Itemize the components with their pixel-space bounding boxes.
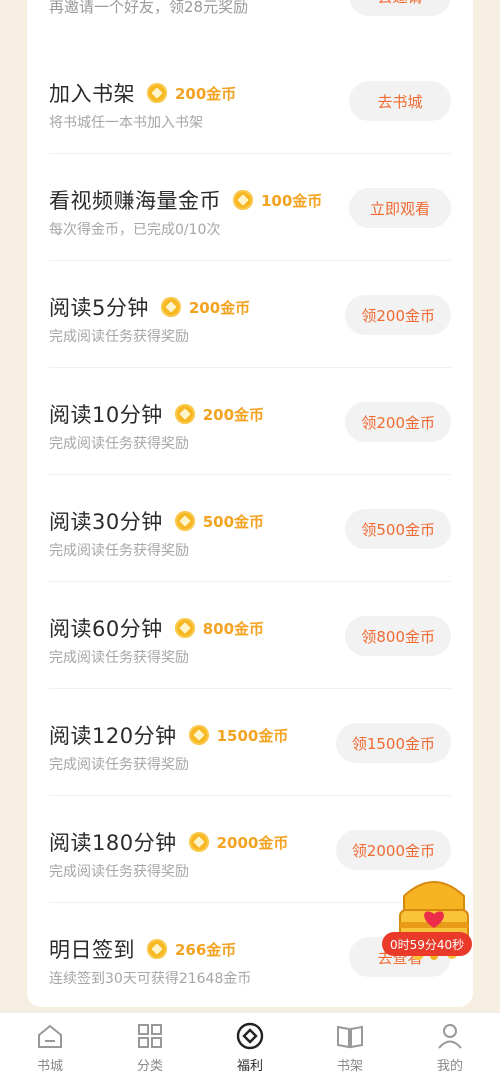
- task-list-card: 再邀请一个好友，领28元奖励 去邀请 加入书架 200金币 将书城任一本书加入书架…: [27, 0, 473, 1007]
- task-subtitle: 完成阅读任务获得奖励: [49, 543, 189, 559]
- coin-icon: [160, 297, 181, 317]
- task-reward: 266金币: [175, 940, 237, 959]
- task-action-button[interactable]: 去书城: [349, 81, 451, 121]
- task-subtitle: 完成阅读任务获得奖励: [49, 436, 189, 452]
- task-subtitle: 连续签到30天可获得21648金币: [49, 971, 252, 987]
- task-action-button[interactable]: 领200金币: [345, 402, 451, 442]
- coin-icon: [188, 725, 209, 745]
- task-row: 看视频赚海量金币 100金币 每次得金币，已完成0/10次 立即观看: [49, 155, 451, 261]
- task-title: 阅读30分钟: [49, 510, 163, 534]
- task-row-invite: 再邀请一个好友，领28元奖励 去邀请: [49, 0, 451, 28]
- task-subtitle: 完成阅读任务获得奖励: [49, 650, 189, 666]
- tab-label: 分类: [136, 1059, 163, 1074]
- task-action-button[interactable]: 领2000金币: [335, 830, 451, 870]
- task-title: 阅读180分钟: [49, 831, 177, 855]
- coin-icon: [174, 511, 195, 531]
- task-reward: 100金币: [261, 191, 323, 210]
- task-title: 阅读120分钟: [49, 724, 177, 748]
- task-reward: 500金币: [202, 512, 265, 531]
- person-icon: [438, 1024, 462, 1049]
- task-action-button[interactable]: 领500金币: [345, 509, 451, 549]
- task-subtitle: 每次得金币，已完成0/10次: [49, 222, 221, 238]
- home-icon: [38, 1024, 62, 1048]
- task-reward: 200金币: [202, 405, 265, 424]
- task-subtitle: 完成阅读任务获得奖励: [49, 864, 189, 880]
- tab-label: 福利: [236, 1059, 263, 1074]
- coin-icon: [147, 939, 167, 959]
- grid-icon: [138, 1024, 162, 1048]
- task-row: 加入书架 200金币 将书城任一本书加入书架 去书城: [49, 48, 451, 154]
- task-row: 阅读120分钟 1500金币 完成阅读任务获得奖励 领1500金币: [49, 690, 451, 796]
- bottom-tab-bar: 书城 分类 福利 书架 我的: [0, 1012, 500, 1082]
- tab-welfare[interactable]: 福利: [200, 1013, 300, 1082]
- coin-icon: [188, 832, 209, 852]
- task-action-button[interactable]: 领1500金币: [335, 723, 451, 763]
- task-subtitle: 再邀请一个好友，领28元奖励: [49, 0, 249, 16]
- task-subtitle: 完成阅读任务获得奖励: [49, 757, 189, 773]
- task-reward: 2000金币: [216, 833, 289, 852]
- task-action-button[interactable]: 领800金币: [345, 616, 451, 656]
- task-reward: 1500金币: [216, 726, 289, 745]
- task-title: 阅读10分钟: [49, 403, 163, 427]
- task-title: 加入书架: [49, 82, 135, 106]
- book-icon: [337, 1025, 363, 1049]
- tab-label: 我的: [436, 1059, 463, 1074]
- task-row: 阅读60分钟 800金币 完成阅读任务获得奖励 领800金币: [49, 583, 451, 689]
- task-row: 阅读10分钟 200金币 完成阅读任务获得奖励 领200金币: [49, 369, 451, 475]
- task-title: 阅读5分钟: [49, 296, 149, 320]
- task-reward: 200金币: [175, 84, 237, 103]
- task-reward: 800金币: [202, 619, 265, 638]
- task-action-button[interactable]: 领200金币: [345, 295, 451, 335]
- task-action-button[interactable]: 立即观看: [349, 188, 451, 228]
- task-subtitle: 完成阅读任务获得奖励: [49, 329, 189, 345]
- tab-label: 书架: [336, 1059, 363, 1074]
- coin-icon: [233, 190, 253, 210]
- tab-profile[interactable]: 我的: [400, 1013, 500, 1082]
- coin-icon: [174, 404, 195, 424]
- task-row: 阅读30分钟 500金币 完成阅读任务获得奖励 领500金币: [49, 476, 451, 582]
- coin-icon: [174, 618, 195, 638]
- countdown-badge: 0时59分40秒: [382, 932, 473, 956]
- task-reward: 200金币: [188, 298, 251, 317]
- tab-bookshelf[interactable]: 书架: [300, 1013, 400, 1082]
- task-title: 看视频赚海量金币: [49, 189, 221, 213]
- task-title: 阅读60分钟: [49, 617, 163, 641]
- tab-label: 书城: [36, 1059, 63, 1074]
- task-title: 明日签到: [49, 938, 135, 962]
- tab-bookstore[interactable]: 书城: [0, 1013, 100, 1082]
- invite-button[interactable]: 去邀请: [349, 0, 451, 16]
- task-subtitle: 将书城任一本书加入书架: [49, 115, 203, 131]
- tab-category[interactable]: 分类: [100, 1013, 200, 1082]
- coin-icon: [147, 83, 167, 103]
- welfare-icon: [236, 1022, 264, 1050]
- task-row: 阅读5分钟 200金币 完成阅读任务获得奖励 领200金币: [49, 262, 451, 368]
